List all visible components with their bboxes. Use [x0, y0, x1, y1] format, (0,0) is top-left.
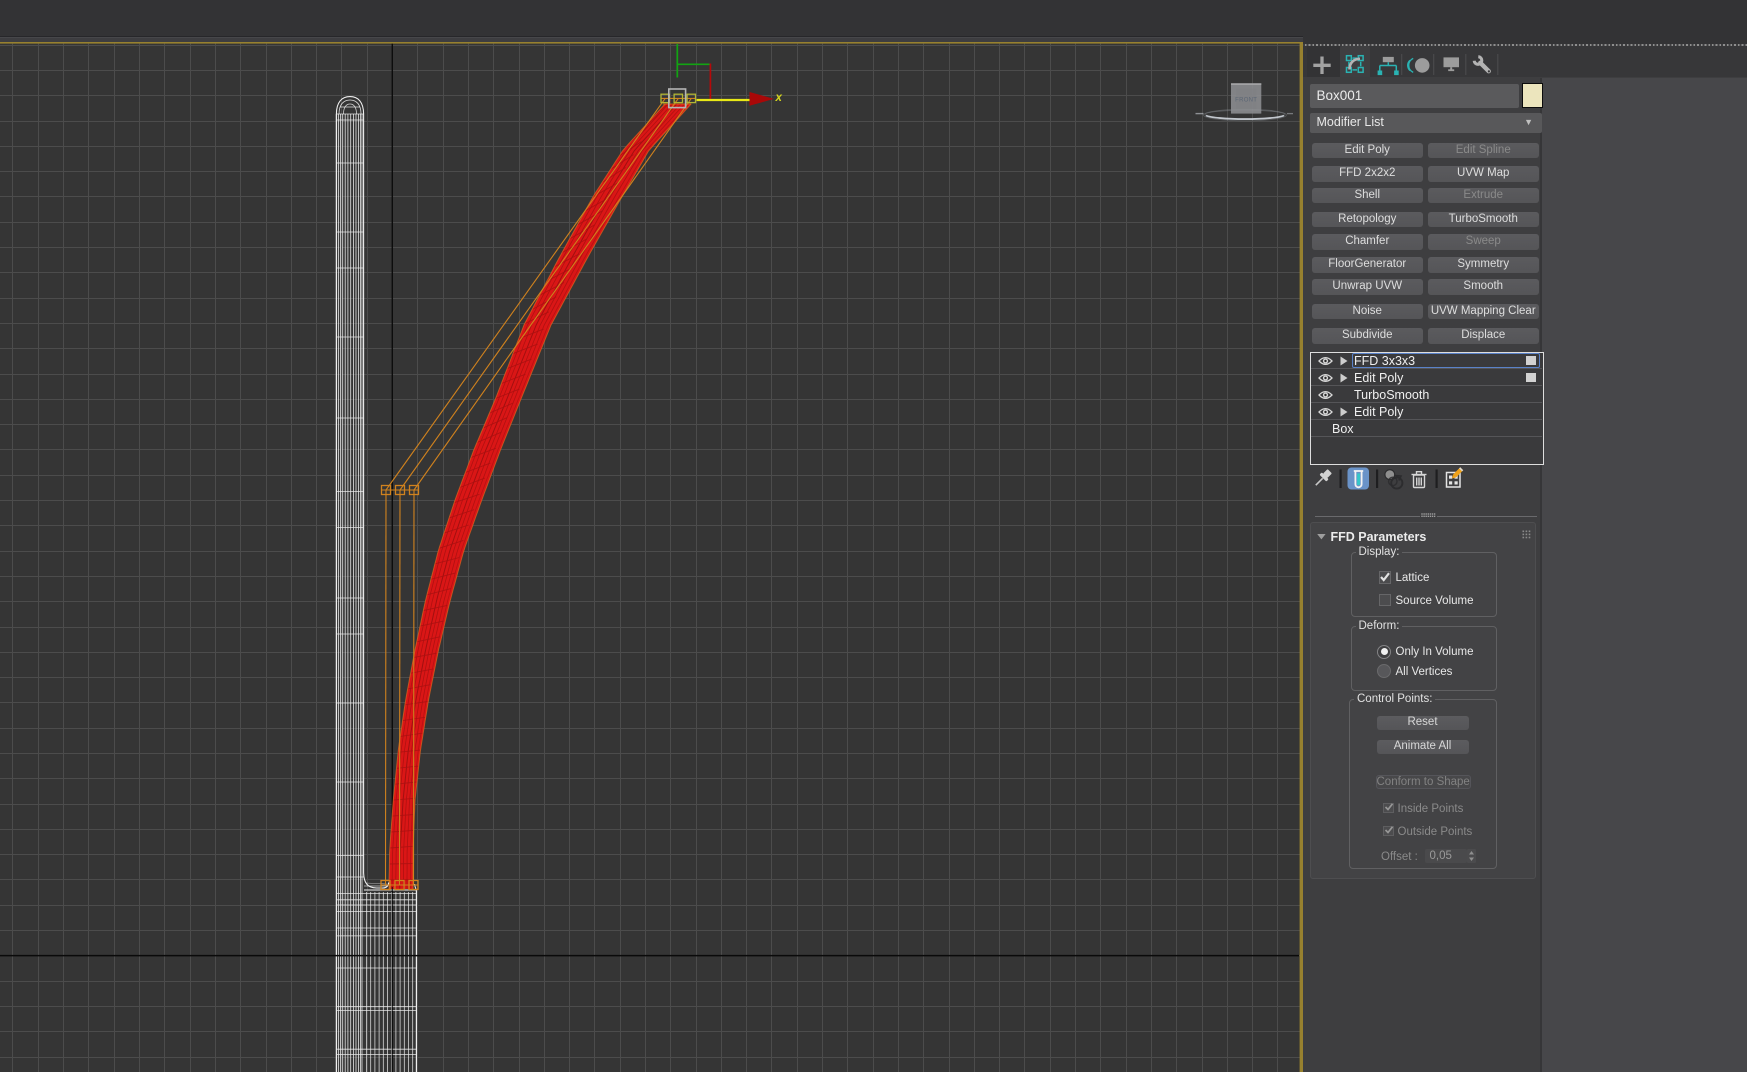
- svg-text:FRONT: FRONT: [1235, 98, 1257, 104]
- svg-text:x: x: [775, 92, 783, 104]
